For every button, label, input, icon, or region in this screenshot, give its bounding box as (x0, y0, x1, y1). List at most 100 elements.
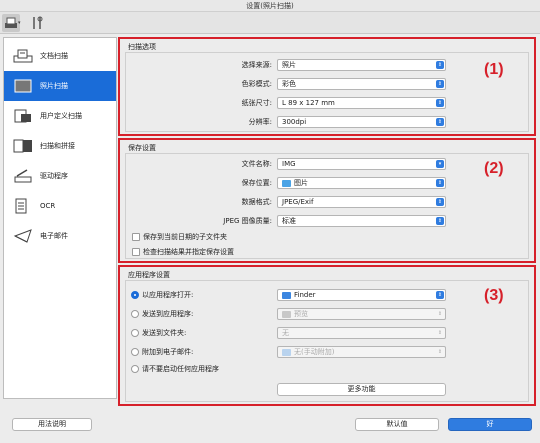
data-format-select[interactable]: JPEG/Exif ⇕ (277, 196, 446, 208)
resolution-label: 分辨率: (248, 118, 272, 126)
paper-size-select[interactable]: L 89 x 127 mm ⇕ (277, 97, 446, 109)
ok-button[interactable]: 好 (448, 418, 532, 431)
chevron-updown-icon: ⇕ (437, 349, 443, 355)
open-with-select[interactable]: Finder ⇕ (277, 289, 446, 301)
check-results-checkbox[interactable] (132, 248, 140, 256)
sidebar-item-driver[interactable]: 驱动程序 (4, 161, 116, 191)
save-in-select[interactable]: 图片 ⇕ (277, 177, 446, 189)
chevron-updown-icon: ⇕ (437, 311, 443, 317)
jpeg-quality-label: JPEG 图像质量: (223, 217, 272, 225)
subfolder-checkbox-label: 保存到当前日期的子文件夹 (143, 233, 227, 241)
color-mode-label: 色彩模式: (241, 80, 272, 88)
general-settings-tab-icon[interactable] (28, 14, 46, 32)
scan-options-section: 扫描选项 选择来源: 照片 ⇕ 色彩模式: 彩色 ⇕ 纸张尺寸: L 89 x 12… (118, 37, 536, 136)
mail-app-icon (282, 348, 291, 356)
save-settings-box: 文件名称: IMG ▾ 保存位置: 图片 ⇕ 数据格式: JPEG/Exif ⇕ JP… (125, 153, 529, 259)
sidebar-item-label: 照片扫描 (40, 82, 68, 90)
scan-options-box: 选择来源: 照片 ⇕ 色彩模式: 彩色 ⇕ 纸张尺寸: L 89 x 127 mm ⇕… (125, 52, 529, 132)
send-to-app-value: 预览 (294, 310, 308, 318)
chevron-updown-icon: ⇕ (436, 179, 444, 187)
open-with-value: Finder (294, 291, 316, 299)
source-select[interactable]: 照片 ⇕ (277, 59, 446, 71)
chevron-updown-icon: ⇕ (436, 99, 444, 107)
attach-email-label: 附加到电子邮件: (142, 348, 194, 356)
callout-number-3: (3) (484, 287, 504, 304)
sidebar-item-custom-scan[interactable]: 用户定义扫描 (4, 101, 116, 131)
sidebar-item-document-scan[interactable]: 文档扫描 (4, 41, 116, 71)
ocr-icon (12, 198, 34, 214)
sidebar-item-scan-and-stitch[interactable]: 扫描和拼接 (4, 131, 116, 161)
paper-size-label: 纸张尺寸: (241, 99, 272, 107)
send-to-app-select[interactable]: 预览 ⇕ (277, 308, 446, 320)
app-settings-box: 以应用程序打开: Finder ⇕ 发送到应用程序: 预览 ⇕ 发送到文件夹: 无 ⇕… (125, 280, 529, 402)
color-mode-value: 彩色 (282, 80, 296, 88)
sidebar-item-label: 用户定义扫描 (40, 112, 82, 120)
custom-scan-icon (12, 108, 34, 124)
sidebar-item-photo-scan[interactable]: 照片扫描 (4, 71, 116, 101)
folder-icon (282, 179, 291, 187)
data-format-label: 数据格式: (241, 198, 272, 206)
send-to-folder-radio[interactable] (131, 329, 139, 337)
chevron-down-icon: ▾ (436, 160, 444, 168)
app-settings-section: 应用程序设置 以应用程序打开: Finder ⇕ 发送到应用程序: 预览 ⇕ 发送到… (118, 265, 536, 406)
source-value: 照片 (282, 61, 296, 69)
attach-email-select[interactable]: 无(手动附加) ⇕ (277, 346, 446, 358)
paper-size-value: L 89 x 127 mm (282, 99, 335, 107)
attach-email-value: 无(手动附加) (294, 348, 335, 356)
sidebar-item-email[interactable]: 电子邮件 (4, 221, 116, 251)
chevron-updown-icon: ⇕ (436, 291, 444, 299)
chevron-updown-icon: ⇕ (436, 198, 444, 206)
callout-number-1: (1) (484, 61, 504, 78)
check-results-checkbox-label: 检查扫描结果并指定保存设置 (143, 248, 234, 256)
subfolder-checkbox[interactable] (132, 233, 140, 241)
chevron-updown-icon: ⇕ (436, 80, 444, 88)
jpeg-quality-value: 标准 (282, 217, 296, 225)
callout-number-2: (2) (484, 160, 504, 177)
chevron-updown-icon: ⇕ (436, 61, 444, 69)
save-in-label: 保存位置: (241, 179, 272, 187)
chevron-down-icon[interactable]: ▾ (18, 20, 21, 26)
sidebar-item-ocr[interactable]: OCR (4, 191, 116, 221)
driver-icon (12, 168, 34, 184)
jpeg-quality-select[interactable]: 标准 ⇕ (277, 215, 446, 227)
attach-email-radio[interactable] (131, 348, 139, 356)
photo-scan-icon (12, 78, 34, 94)
chevron-updown-icon: ⇕ (436, 118, 444, 126)
do-not-start-radio[interactable] (131, 365, 139, 373)
chevron-updown-icon: ⇕ (436, 217, 444, 225)
sidebar-item-label: 驱动程序 (40, 172, 68, 180)
sidebar: 文档扫描 照片扫描 用户定义扫描 扫描和拼接 驱动程序 OCR 电子邮件 (3, 37, 117, 399)
toolbar: ▾ (0, 12, 540, 34)
finder-icon (282, 291, 291, 299)
app-settings-title: 应用程序设置 (128, 271, 170, 279)
resolution-value: 300dpi (282, 118, 307, 126)
save-in-value: 图片 (294, 179, 308, 187)
file-name-label: 文件名称: (241, 160, 272, 168)
color-mode-select[interactable]: 彩色 ⇕ (277, 78, 446, 90)
more-functions-button[interactable]: 更多功能 (277, 383, 446, 396)
sidebar-item-label: OCR (40, 202, 56, 210)
send-to-folder-select[interactable]: 无 ⇕ (277, 327, 446, 339)
resolution-select[interactable]: 300dpi ⇕ (277, 116, 446, 128)
data-format-value: JPEG/Exif (282, 198, 314, 206)
sidebar-item-label: 扫描和拼接 (40, 142, 75, 150)
chevron-updown-icon: ⇕ (437, 330, 443, 336)
save-settings-section: 保存设置 文件名称: IMG ▾ 保存位置: 图片 ⇕ 数据格式: JPEG/Exi… (118, 138, 536, 263)
window-title: 设置(照片扫描) (0, 0, 540, 12)
stitch-icon (12, 138, 34, 154)
file-name-combo[interactable]: IMG ▾ (277, 158, 446, 170)
email-icon (12, 228, 34, 244)
source-label: 选择来源: (241, 61, 272, 69)
preview-app-icon (282, 310, 291, 318)
document-scan-icon (12, 48, 34, 64)
open-with-label: 以应用程序打开: (142, 291, 194, 299)
instructions-button[interactable]: 用法说明 (12, 418, 92, 431)
send-to-app-radio[interactable] (131, 310, 139, 318)
file-name-value: IMG (282, 160, 296, 168)
sidebar-item-label: 电子邮件 (40, 232, 68, 240)
do-not-start-label: 请不要启动任何应用程序 (142, 365, 219, 373)
send-to-folder-value: 无 (282, 329, 289, 337)
open-with-radio[interactable] (131, 291, 139, 299)
send-to-folder-label: 发送到文件夹: (142, 329, 187, 337)
defaults-button[interactable]: 默认值 (355, 418, 439, 431)
